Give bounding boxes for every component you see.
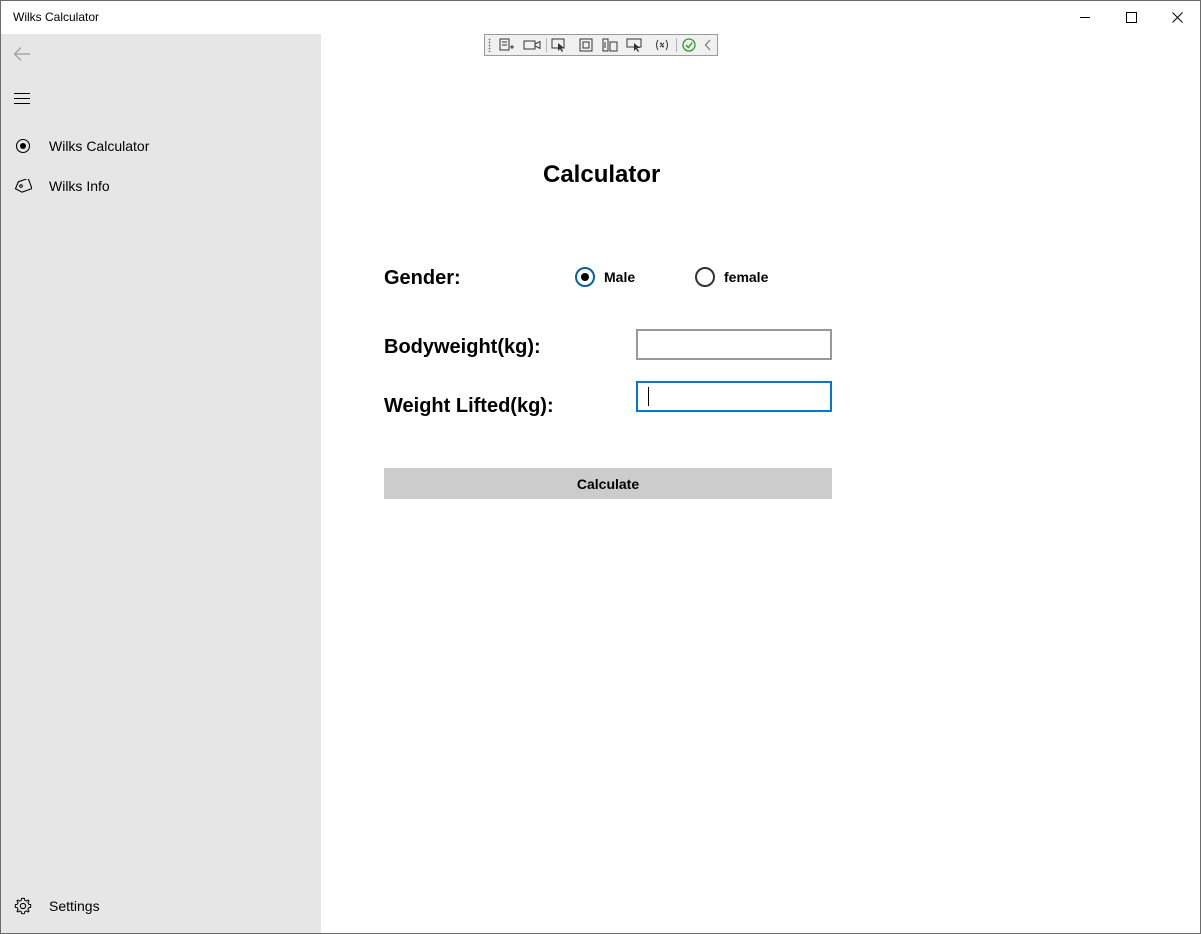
page-title: Calculator	[543, 161, 661, 188]
app-window: Wilks Calculator Wilks Calculator Wilks …	[0, 0, 1201, 934]
gender-label: Gender:	[384, 267, 461, 289]
hot-reload-ok-icon	[680, 37, 698, 53]
radio-male[interactable]: Male	[575, 266, 635, 288]
toolbar-grip[interactable]	[488, 38, 491, 52]
nav-item-settings[interactable]: Settings	[1, 886, 321, 926]
title-bar[interactable]: Wilks Calculator	[1, 1, 1200, 34]
close-button[interactable]	[1154, 1, 1200, 33]
preview-selection-icon[interactable]	[626, 37, 644, 53]
nav-item-label: Settings	[49, 898, 100, 914]
navigation-pane: Wilks Calculator Wilks Info Settings	[1, 34, 321, 933]
track-focus-icon[interactable]	[601, 37, 619, 53]
display-layout-adorners-icon[interactable]	[577, 37, 595, 53]
radio-female[interactable]: female	[695, 266, 768, 288]
calculate-button[interactable]: Calculate	[384, 468, 832, 499]
toolbar-separator	[546, 38, 547, 52]
nav-item-label: Wilks Calculator	[49, 138, 150, 154]
nav-item-label: Wilks Info	[49, 178, 110, 194]
minimize-icon	[1080, 17, 1090, 18]
bodyweight-input[interactable]	[636, 329, 832, 360]
binding-failures-icon[interactable]	[653, 37, 671, 53]
nav-item-wilks-calculator[interactable]: Wilks Calculator	[1, 126, 321, 166]
live-visual-tree-icon[interactable]	[498, 37, 516, 53]
close-icon	[1171, 11, 1183, 23]
bodyweight-label: Bodyweight(kg):	[384, 336, 541, 358]
radio-selected-icon[interactable]	[575, 267, 595, 287]
radio-male-label[interactable]: Male	[604, 269, 635, 285]
radio-female-label[interactable]: female	[724, 269, 768, 285]
hamburger-menu-button[interactable]	[10, 86, 34, 110]
tag-icon	[13, 176, 33, 196]
maximize-icon	[1125, 11, 1137, 23]
text-caret	[648, 387, 649, 406]
back-button[interactable]	[10, 42, 34, 66]
gear-icon	[13, 896, 33, 916]
minimize-button[interactable]	[1062, 1, 1108, 33]
hamburger-icon	[14, 92, 30, 104]
maximize-button[interactable]	[1108, 1, 1154, 33]
back-arrow-icon	[13, 47, 30, 61]
select-element-icon[interactable]	[550, 37, 568, 53]
collapse-toolbar-icon[interactable]	[701, 37, 715, 53]
app-title: Wilks Calculator	[13, 10, 100, 24]
radio-unselected-icon[interactable]	[695, 267, 715, 287]
weight-lifted-input[interactable]	[636, 381, 832, 412]
radio-target-icon	[13, 136, 33, 156]
weight-lifted-label: Weight Lifted(kg):	[384, 395, 554, 417]
xaml-debug-toolbar	[484, 34, 718, 56]
camera-icon[interactable]	[523, 37, 541, 53]
toolbar-separator	[676, 38, 677, 52]
nav-item-wilks-info[interactable]: Wilks Info	[1, 166, 321, 206]
